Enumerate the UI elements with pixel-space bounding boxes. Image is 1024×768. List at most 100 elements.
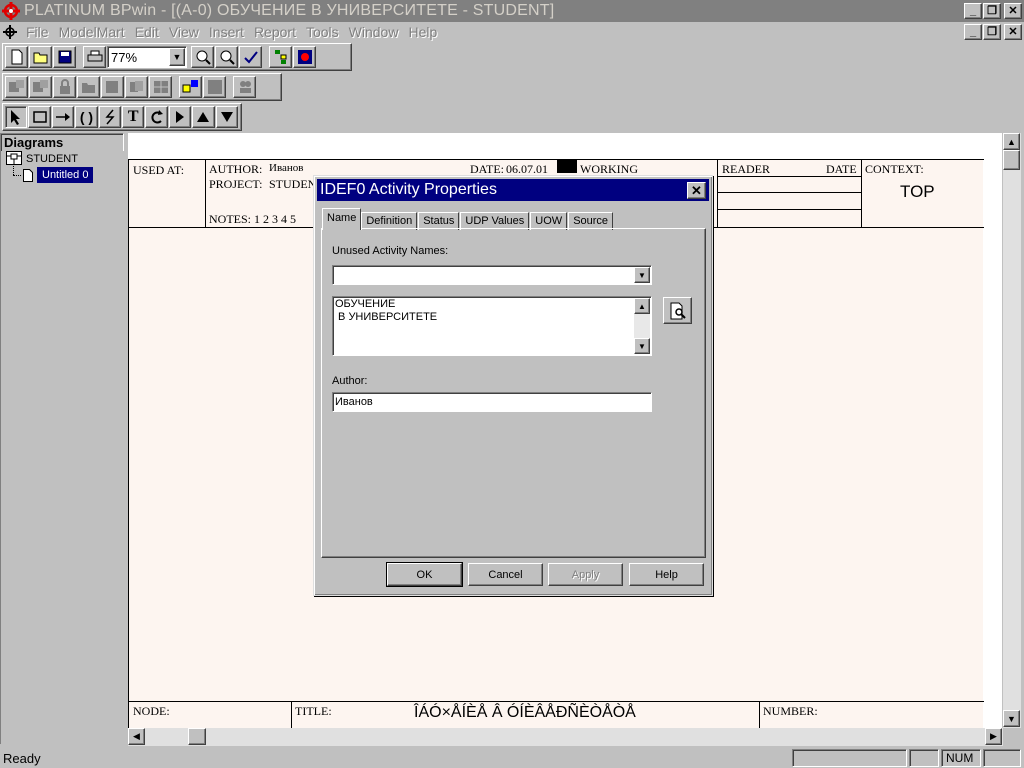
menu-bar: File ModelMart Edit View Insert Report T… xyxy=(0,22,1024,42)
undo-icon[interactable] xyxy=(145,106,168,128)
working-status-marker xyxy=(557,159,577,173)
print-icon[interactable] xyxy=(83,46,106,68)
unused-names-label: Unused Activity Names: xyxy=(332,245,449,257)
unused-names-select[interactable]: ▼ xyxy=(332,265,652,285)
model-icon xyxy=(6,150,22,168)
author-field-label: Author: xyxy=(332,375,368,387)
tunnel-tool-icon[interactable]: ( ) xyxy=(75,106,98,128)
new-icon[interactable] xyxy=(5,46,28,68)
activity-box-tool-icon[interactable] xyxy=(28,106,51,128)
lock-icon[interactable] xyxy=(53,76,76,98)
tab-name[interactable]: Name xyxy=(322,208,362,230)
context-label: CONTEXT: xyxy=(865,162,924,176)
mm-folder-icon[interactable] xyxy=(77,76,100,98)
menu-insert[interactable]: Insert xyxy=(209,24,244,40)
go-down-icon[interactable] xyxy=(215,106,239,128)
menu-modelmart[interactable]: ModelMart xyxy=(59,24,125,40)
chevron-down-icon[interactable]: ▼ xyxy=(634,267,650,283)
drawing-toolbar: ( ) T xyxy=(2,103,242,131)
number-label: NUMBER: xyxy=(763,704,818,718)
menu-window[interactable]: Window xyxy=(349,24,399,40)
minimize-button[interactable]: _ xyxy=(964,3,982,19)
activity-name-input[interactable]: ОБУЧЕНИЕ В УНИВЕРСИТЕТЕ ▲ ▼ xyxy=(332,296,652,356)
restore-button[interactable]: ❐ xyxy=(983,3,1001,19)
window-title: PLATINUM BPwin - [(A-0) ОБУЧЕНИЕ В УНИВЕ… xyxy=(24,2,555,19)
scroll-right-icon[interactable]: ▶ xyxy=(985,728,1002,745)
scroll-up-icon[interactable]: ▲ xyxy=(634,298,650,314)
menu-file[interactable]: File xyxy=(26,24,49,40)
zoom-out-icon[interactable] xyxy=(215,46,238,68)
standard-toolbar: 77% ▼ xyxy=(2,43,352,71)
mm-tools-icon[interactable] xyxy=(203,76,226,98)
author-input[interactable]: Иванов xyxy=(332,392,652,412)
cancel-button[interactable]: Cancel xyxy=(468,563,543,586)
squiggle-tool-icon[interactable] xyxy=(98,106,122,128)
menu-edit[interactable]: Edit xyxy=(135,24,159,40)
dialog-title: IDEF0 Activity Properties xyxy=(320,181,497,198)
reader-date-label: DATE xyxy=(826,162,857,176)
dialog-title-bar[interactable]: IDEF0 Activity Properties ✕ xyxy=(317,179,709,201)
horizontal-scroll-thumb[interactable] xyxy=(188,728,206,745)
mm-sync-icon[interactable] xyxy=(179,76,202,98)
menu-view[interactable]: View xyxy=(169,24,199,40)
node-label: NODE: xyxy=(133,704,170,718)
open-icon[interactable] xyxy=(29,46,52,68)
tree-item-label: Untitled 0 xyxy=(37,167,94,183)
scroll-down-icon[interactable]: ▼ xyxy=(634,338,650,354)
menu-help[interactable]: Help xyxy=(408,24,437,40)
doc-minimize-button[interactable]: _ xyxy=(964,24,982,40)
name-tab-panel: Unused Activity Names: ▼ ОБУЧЕНИЕ В УНИВ… xyxy=(321,228,706,558)
horizontal-scrollbar[interactable]: ◀ ▶ xyxy=(128,728,1003,746)
doc-close-button[interactable]: ✕ xyxy=(1004,24,1022,40)
mm-grid-icon[interactable] xyxy=(149,76,172,98)
model-explorer-icon[interactable] xyxy=(269,46,292,68)
pointer-tool-icon[interactable] xyxy=(5,106,28,128)
document-system-icon[interactable] xyxy=(0,25,20,39)
zoom-in-icon[interactable] xyxy=(191,46,214,68)
used-at-label: USED AT: xyxy=(133,163,185,177)
mm-save-icon[interactable] xyxy=(101,76,124,98)
status-bar: Ready NUM xyxy=(0,748,1024,768)
title-value: ÎÁÓ×ÅÍÈÅ Â ÓÍÈÂÅÐÑÈÒÅÒÅ xyxy=(414,704,636,721)
document-search-icon xyxy=(669,302,687,320)
status-panel-2 xyxy=(909,749,939,767)
help-button[interactable]: Help xyxy=(629,563,704,586)
context-value: TOP xyxy=(900,182,935,201)
mm-open-icon[interactable] xyxy=(29,76,52,98)
menu-tools[interactable]: Tools xyxy=(306,24,339,40)
decompose-icon[interactable] xyxy=(168,106,192,128)
project-value: STUDEN xyxy=(269,177,317,191)
go-up-icon[interactable] xyxy=(192,106,215,128)
mm-users-icon[interactable] xyxy=(233,76,256,98)
zoom-select[interactable]: 77% ▼ xyxy=(107,46,187,68)
status-panel-1 xyxy=(792,749,907,767)
text-tool-icon[interactable]: T xyxy=(122,106,145,128)
spell-check-icon[interactable] xyxy=(239,46,262,68)
apply-button[interactable]: Apply xyxy=(548,563,623,586)
save-icon[interactable] xyxy=(53,46,76,68)
status-panel-4 xyxy=(983,749,1021,767)
model-explorer: Diagrams STUDENT Untitled 0 xyxy=(0,133,125,745)
app-icon[interactable] xyxy=(1,1,21,21)
browse-button[interactable] xyxy=(663,297,692,324)
mm-connect-icon[interactable] xyxy=(5,76,28,98)
name-scrollbar[interactable]: ▲ ▼ xyxy=(634,298,650,354)
modelmart-icon[interactable] xyxy=(293,46,316,68)
mm-copy-icon[interactable] xyxy=(125,76,148,98)
scroll-down-icon[interactable]: ▼ xyxy=(1003,710,1020,727)
chevron-down-icon[interactable]: ▼ xyxy=(169,48,185,66)
tree-item-student[interactable]: STUDENT xyxy=(1,150,125,168)
close-button[interactable]: ✕ xyxy=(1004,3,1022,19)
project-label: PROJECT: xyxy=(209,177,263,191)
dialog-close-button[interactable]: ✕ xyxy=(687,182,706,199)
doc-restore-button[interactable]: ❐ xyxy=(983,24,1001,40)
vertical-scrollbar[interactable]: ▲ ▼ xyxy=(1003,133,1021,728)
explorer-header: Diagrams xyxy=(4,135,64,150)
vertical-scroll-thumb[interactable] xyxy=(1003,150,1020,170)
ok-button[interactable]: OK xyxy=(386,562,463,587)
menu-report[interactable]: Report xyxy=(254,24,296,40)
author-value: Иванов xyxy=(269,162,304,174)
arrow-tool-icon[interactable] xyxy=(51,106,75,128)
scroll-up-icon[interactable]: ▲ xyxy=(1003,133,1020,150)
scroll-left-icon[interactable]: ◀ xyxy=(128,728,145,745)
